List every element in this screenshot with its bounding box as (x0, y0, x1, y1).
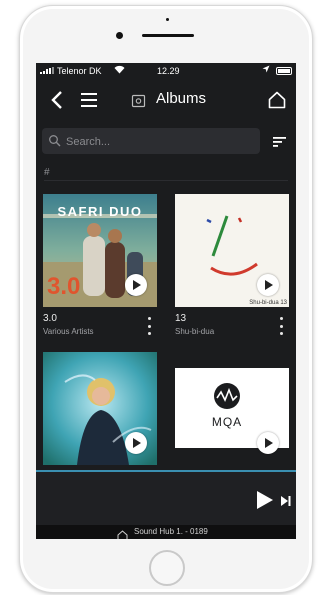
signal-icon (40, 67, 54, 74)
play-album-button[interactable] (257, 274, 279, 296)
play-icon[interactable] (256, 490, 274, 510)
more-options-icon[interactable] (278, 317, 284, 335)
svg-text:SAFRI DUO: SAFRI DUO (58, 204, 143, 219)
svg-text:Shu-bi-dua 13: Shu-bi-dua 13 (249, 300, 287, 306)
sensor-dot (166, 18, 169, 21)
search-input[interactable] (64, 132, 258, 152)
clock: 12.29 (157, 66, 180, 76)
nav-bar: Albums (36, 81, 296, 121)
search-row (42, 128, 292, 156)
album-artist: Shu-bi-dua (175, 327, 215, 336)
search-box[interactable] (42, 128, 260, 154)
album-cover[interactable]: MQA (175, 352, 289, 465)
location-icon (262, 65, 270, 75)
status-bar: Telenor DK 12.29 (36, 63, 296, 79)
device-home-icon (117, 527, 128, 539)
album-icon (131, 93, 147, 109)
more-options-icon[interactable] (146, 317, 152, 335)
device-name: Sound Hub 1. - 0189 (134, 527, 208, 536)
svg-text:3.0: 3.0 (47, 273, 80, 300)
carrier-label: Telenor DK (57, 66, 102, 76)
play-album-button[interactable] (125, 274, 147, 296)
phone-top-bezel (20, 6, 312, 68)
page-title: Albums (156, 90, 207, 107)
phone-frame: Telenor DK 12.29 Albums Search... # SAFR… (19, 5, 313, 593)
earpiece-speaker (142, 34, 194, 37)
album-cover[interactable] (43, 352, 157, 465)
next-track-icon[interactable] (280, 494, 292, 506)
front-camera (116, 32, 123, 39)
album-title: 13 (175, 313, 187, 324)
album-cover[interactable]: SAFRI DUO 3.0 (43, 194, 157, 307)
phone-home-button[interactable] (149, 550, 185, 586)
back-icon[interactable] (48, 89, 68, 111)
album-title: 3.0 (43, 313, 57, 324)
wifi-icon (114, 65, 125, 76)
home-icon[interactable] (267, 90, 287, 110)
svg-text:MQA: MQA (212, 415, 242, 429)
divider (44, 180, 288, 181)
album-artist: Various Artists (43, 327, 94, 336)
search-icon (48, 134, 62, 148)
album-cover[interactable]: Shu-bi-dua 13 (175, 194, 289, 307)
app-screen: Telenor DK 12.29 Albums Search... # SAFR… (36, 63, 296, 539)
device-footer[interactable]: Sound Hub 1. - 0189 (36, 525, 296, 539)
menu-icon[interactable] (79, 91, 101, 109)
play-album-button[interactable] (257, 432, 279, 454)
battery-icon (276, 67, 292, 75)
mini-player (36, 472, 296, 525)
section-header: # (44, 167, 50, 178)
play-album-button[interactable] (125, 432, 147, 454)
sort-icon[interactable] (272, 135, 288, 149)
